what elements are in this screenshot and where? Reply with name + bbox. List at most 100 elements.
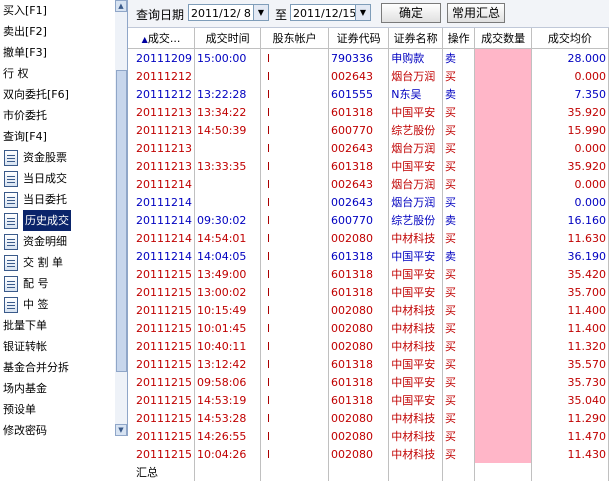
account-cell (261, 175, 329, 193)
quantity-cell-masked (475, 157, 531, 175)
summary-cell (389, 463, 443, 481)
column-header[interactable]: 操作 (442, 28, 474, 49)
security-code-cell: 601318 (329, 265, 389, 283)
sidebar-item[interactable]: 修改密码 (0, 420, 115, 436)
sidebar-item[interactable]: 市价委托 (0, 105, 115, 126)
table-row[interactable]: 2011121513:12:42601318中国平安买35.570 (128, 355, 609, 373)
table-row[interactable]: 2011121314:50:39600770综艺股份买15.990 (128, 121, 609, 139)
avg-price-cell: 11.630 (531, 229, 608, 247)
summary-button[interactable]: 常用汇总 (447, 3, 505, 23)
table-row[interactable]: 2011121510:40:11002080中材科技买11.320 (128, 337, 609, 355)
table-row[interactable]: 2011121510:15:49002080中材科技买11.400 (128, 301, 609, 319)
trade-date-cell: 20111213 (128, 103, 195, 121)
scroll-down-arrow-icon[interactable]: ▼ (115, 424, 127, 436)
table-row[interactable]: 2011120915:00:00790336申购款卖28.000 (128, 49, 609, 68)
account-cell (261, 211, 329, 229)
scroll-up-arrow-icon[interactable]: ▲ (115, 0, 127, 12)
security-name-cell: 烟台万润 (389, 175, 443, 193)
sidebar-item[interactable]: 批量下单 (0, 315, 115, 336)
table-row[interactable]: 2011121414:54:01002080中材科技买11.630 (128, 229, 609, 247)
avg-price-cell: 0.000 (531, 175, 608, 193)
trade-date-cell: 20111215 (128, 409, 195, 427)
masked-account-mark (268, 450, 269, 458)
sidebar-item-label: 银证转帐 (3, 340, 47, 353)
sidebar-item[interactable]: 场内基金 (0, 378, 115, 399)
sidebar-item-label: 场内基金 (3, 382, 47, 395)
table-row[interactable]: 20111212002643烟台万润买0.000 (128, 67, 609, 85)
sidebar-item[interactable]: 查询[F4] (0, 126, 115, 147)
operation-cell: 买 (442, 373, 474, 391)
table-row[interactable]: 20111214002643烟台万润买0.000 (128, 175, 609, 193)
table-row[interactable]: 2011121513:00:02601318中国平安买35.700 (128, 283, 609, 301)
sidebar-item[interactable]: 中 签 (0, 294, 115, 315)
security-code-cell: 002643 (329, 139, 389, 157)
column-header[interactable]: 股东帐户 (261, 28, 329, 49)
trade-time-cell: 09:30:02 (195, 211, 261, 229)
security-code-cell: 002080 (329, 301, 389, 319)
column-header[interactable]: 证券代码 (329, 28, 389, 49)
table-row[interactable]: 2011121510:01:45002080中材科技买11.400 (128, 319, 609, 337)
sidebar-item[interactable]: 撤单[F3] (0, 42, 115, 63)
sidebar-item[interactable]: 历史成交 (0, 210, 115, 231)
table-row[interactable]: 2011121414:04:05601318中国平安卖36.190 (128, 247, 609, 265)
security-name-cell: 中材科技 (389, 427, 443, 445)
table-row[interactable]: 2011121313:34:22601318中国平安买35.920 (128, 103, 609, 121)
trade-date-cell: 20111214 (128, 211, 195, 229)
trade-time-cell: 13:33:35 (195, 157, 261, 175)
sidebar-scrollbar[interactable]: ▲ ▼ (115, 0, 128, 436)
table-row[interactable]: 2011121513:49:00601318中国平安买35.420 (128, 265, 609, 283)
dropdown-arrow-icon[interactable]: ▼ (355, 5, 370, 20)
column-header[interactable]: 成交均价 (531, 28, 608, 49)
sidebar-item[interactable]: 资金股票 (0, 147, 115, 168)
sidebar-item[interactable]: 银证转帐 (0, 336, 115, 357)
operation-cell: 买 (442, 175, 474, 193)
column-header[interactable]: 证券名称 (389, 28, 443, 49)
table-row[interactable]: 2011121510:04:26002080中材科技买11.430 (128, 445, 609, 463)
operation-cell: 买 (442, 193, 474, 211)
masked-account-mark (268, 108, 269, 116)
table-row[interactable]: 2011121514:53:19601318中国平安买35.040 (128, 391, 609, 409)
sidebar-item[interactable]: 基金合并分拆 (0, 357, 115, 378)
sidebar-item[interactable]: 预设单 (0, 399, 115, 420)
document-icon (4, 255, 18, 271)
sidebar-item[interactable]: 交 割 单 (0, 252, 115, 273)
security-name-cell: 综艺股份 (389, 211, 443, 229)
document-icon (4, 213, 18, 229)
end-date-picker[interactable]: 2011/12/15 ▼ (290, 4, 371, 21)
dropdown-arrow-icon[interactable]: ▼ (253, 5, 268, 20)
sidebar-item[interactable]: 买入[F1] (0, 0, 115, 21)
table-row[interactable]: 2011121409:30:02600770综艺股份卖16.160 (128, 211, 609, 229)
masked-account-mark (268, 126, 269, 134)
table-row[interactable]: 2011121514:53:28002080中材科技买11.290 (128, 409, 609, 427)
sidebar-item[interactable]: 资金明细 (0, 231, 115, 252)
column-header[interactable]: 成交数量 (475, 28, 531, 49)
table-row[interactable]: 2011121509:58:06601318中国平安买35.730 (128, 373, 609, 391)
operation-cell: 买 (442, 229, 474, 247)
confirm-button[interactable]: 确定 (381, 3, 441, 23)
table-row[interactable]: 20111213002643烟台万润买0.000 (128, 139, 609, 157)
table-row[interactable]: 20111214002643烟台万润买0.000 (128, 193, 609, 211)
quantity-cell-masked (475, 139, 531, 157)
column-header[interactable]: 成交时间 (195, 28, 261, 49)
sidebar-item[interactable]: 当日成交 (0, 168, 115, 189)
trade-time-cell: 14:54:01 (195, 229, 261, 247)
trade-date-cell: 20111212 (128, 85, 195, 103)
sidebar-item[interactable]: 双向委托[F6] (0, 84, 115, 105)
scrollbar-thumb[interactable] (116, 70, 127, 372)
start-date-picker[interactable]: 2011/12/ 8 ▼ (188, 4, 269, 21)
query-date-label: 查询日期 (136, 6, 184, 23)
table-row[interactable]: 2011121213:22:28601555N东吴卖7.350 (128, 85, 609, 103)
summary-cell (442, 463, 474, 481)
sidebar-item[interactable]: 行 权 (0, 63, 115, 84)
trade-time-cell: 10:40:11 (195, 337, 261, 355)
trade-time-cell: 13:12:42 (195, 355, 261, 373)
column-header-label: 证券代码 (337, 32, 381, 45)
avg-price-cell: 35.920 (531, 157, 608, 175)
sidebar-item[interactable]: 卖出[F2] (0, 21, 115, 42)
sidebar-item[interactable]: 配 号 (0, 273, 115, 294)
quantity-cell-masked (475, 301, 531, 319)
table-row[interactable]: 2011121313:33:35601318中国平安买35.920 (128, 157, 609, 175)
table-row[interactable]: 2011121514:26:55002080中材科技买11.470 (128, 427, 609, 445)
column-header[interactable]: ▲成交... (128, 28, 195, 49)
sidebar-item[interactable]: 当日委托 (0, 189, 115, 210)
